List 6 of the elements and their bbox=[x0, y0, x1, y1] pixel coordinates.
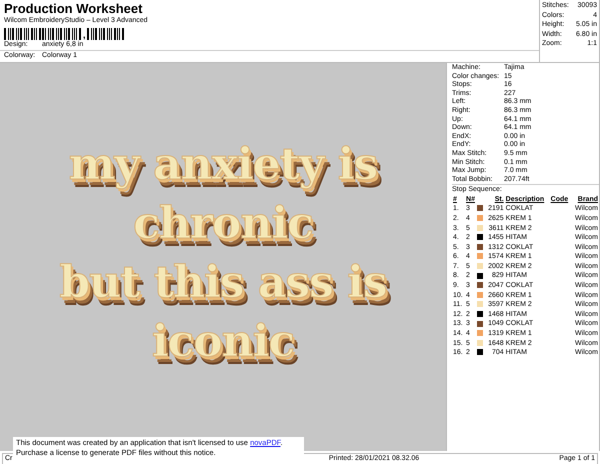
embroidery-text: iconic bbox=[150, 315, 296, 369]
embroidery-text: but this ass is bbox=[59, 256, 387, 310]
barcode-mark: , bbox=[83, 31, 86, 40]
barcode-drawing bbox=[86, 28, 124, 40]
document-title: Production Worksheet bbox=[4, 1, 144, 16]
embroidery-text: my anxiety is bbox=[68, 138, 378, 192]
